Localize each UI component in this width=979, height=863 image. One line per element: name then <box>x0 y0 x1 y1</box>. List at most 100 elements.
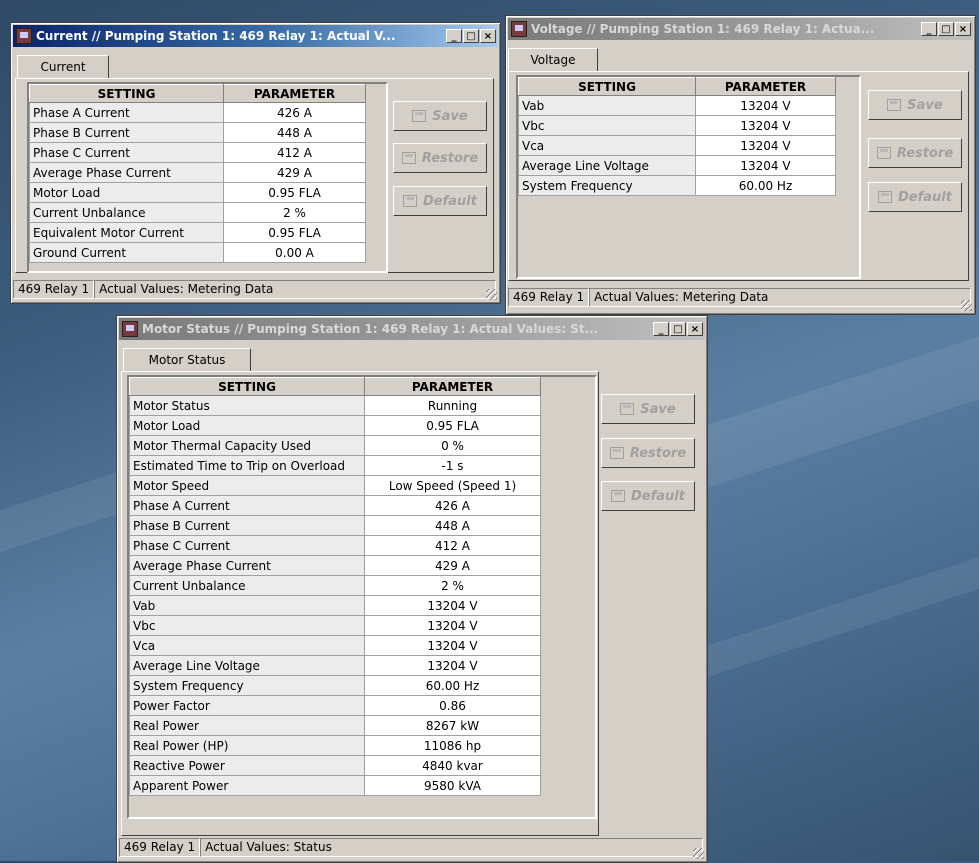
resize-grip[interactable] <box>961 300 972 311</box>
resize-grip[interactable] <box>693 848 704 859</box>
default-button[interactable]: Default <box>868 182 962 212</box>
table-row[interactable]: System Frequency 60.00 Hz <box>129 675 541 696</box>
table-row[interactable]: Motor Status Running <box>129 395 541 416</box>
default-label: Default <box>898 189 952 205</box>
voltage-table: SETTING PARAMETER Vab 13204 V Vbc 13204 V … <box>518 77 836 196</box>
parameter-cell: 4840 kvar <box>364 755 541 776</box>
setting-cell: Phase C Current <box>29 142 224 163</box>
setting-header[interactable]: SETTING <box>29 84 224 103</box>
table-row[interactable]: Phase C Current 412 A <box>29 142 366 163</box>
status-device: 469 Relay 1 <box>13 280 95 299</box>
table-row[interactable]: Ground Current 0.00 A <box>29 242 366 263</box>
table-row[interactable]: Phase A Current 426 A <box>129 495 541 516</box>
table-row[interactable]: Phase B Current 448 A <box>129 515 541 536</box>
table-row[interactable]: Motor Thermal Capacity Used 0 % <box>129 435 541 456</box>
tab-voltage[interactable]: Voltage <box>508 48 598 72</box>
parameter-cell: 9580 kVA <box>364 775 541 796</box>
table-row[interactable]: Phase B Current 448 A <box>29 122 366 143</box>
table-row[interactable]: Reactive Power 4840 kvar <box>129 755 541 776</box>
restore-label: Restore <box>896 145 954 161</box>
table-row[interactable]: Motor Load 0.95 FLA <box>29 182 366 203</box>
restore-button[interactable]: Restore <box>601 438 695 468</box>
parameter-cell: 11086 hp <box>364 735 541 756</box>
table-row[interactable]: Current Unbalance 2 % <box>29 202 366 223</box>
restore-button[interactable]: Restore <box>868 138 962 168</box>
save-button[interactable]: Save <box>868 90 962 120</box>
tab-current[interactable]: Current <box>17 55 109 79</box>
setting-cell: Equivalent Motor Current <box>29 222 224 243</box>
table-row[interactable]: Vca 13204 V <box>518 135 836 156</box>
save-button[interactable]: Save <box>393 101 487 131</box>
parameter-cell: 8267 kW <box>364 715 541 736</box>
table-row[interactable]: Vab 13204 V <box>518 95 836 116</box>
setting-header[interactable]: SETTING <box>518 77 696 96</box>
table-row[interactable]: Phase A Current 426 A <box>29 102 366 123</box>
close-button[interactable]: × <box>955 22 971 36</box>
table-row[interactable]: Motor Speed Low Speed (Speed 1) <box>129 475 541 496</box>
maximize-button[interactable]: □ <box>670 322 686 336</box>
table-row[interactable]: Real Power (HP) 11086 hp <box>129 735 541 756</box>
table-row[interactable]: Current Unbalance 2 % <box>129 575 541 596</box>
setting-cell: Average Line Voltage <box>518 155 696 176</box>
table-row[interactable]: Apparent Power 9580 kVA <box>129 775 541 796</box>
minimize-button[interactable]: _ <box>653 322 669 336</box>
save-button[interactable]: Save <box>601 394 695 424</box>
setting-cell: Vca <box>518 135 696 156</box>
setting-cell: Motor Speed <box>129 475 365 496</box>
parameter-cell: 2 % <box>223 202 366 223</box>
setting-cell: System Frequency <box>129 675 365 696</box>
default-button[interactable]: Default <box>393 186 487 216</box>
app-icon[interactable] <box>511 21 527 37</box>
restore-label: Restore <box>629 445 687 461</box>
setting-cell: Power Factor <box>129 695 365 716</box>
parameter-header[interactable]: PARAMETER <box>223 84 366 103</box>
parameter-header[interactable]: PARAMETER <box>695 77 836 96</box>
save-icon <box>620 403 635 415</box>
app-icon[interactable] <box>122 321 138 337</box>
table-row[interactable]: Estimated Time to Trip on Overload -1 s <box>129 455 541 476</box>
motor-status-titlebar[interactable]: Motor Status // Pumping Station 1: 469 R… <box>119 318 705 340</box>
table-row[interactable]: Vab 13204 V <box>129 595 541 616</box>
window-title: Voltage // Pumping Station 1: 469 Relay … <box>531 22 875 36</box>
setting-cell: Average Phase Current <box>29 162 224 183</box>
restore-button[interactable]: Restore <box>393 143 487 173</box>
table-row[interactable]: Average Line Voltage 13204 V <box>518 155 836 176</box>
app-icon[interactable] <box>16 28 32 44</box>
status-bar: 469 Relay 1 Actual Values: Metering Data <box>508 288 971 307</box>
maximize-button[interactable]: □ <box>938 22 954 36</box>
voltage-titlebar[interactable]: Voltage // Pumping Station 1: 469 Relay … <box>508 18 973 40</box>
parameter-cell: 13204 V <box>695 155 836 176</box>
table-row[interactable]: Motor Load 0.95 FLA <box>129 415 541 436</box>
parameter-header[interactable]: PARAMETER <box>364 377 541 396</box>
table-row[interactable]: Average Phase Current 429 A <box>29 162 366 183</box>
close-button[interactable]: × <box>480 29 496 43</box>
parameter-cell: Low Speed (Speed 1) <box>364 475 541 496</box>
setting-cell: Vbc <box>518 115 696 136</box>
table-row[interactable]: Average Phase Current 429 A <box>129 555 541 576</box>
table-row[interactable]: Vbc 13204 V <box>518 115 836 136</box>
table-row[interactable]: System Frequency 60.00 Hz <box>518 175 836 196</box>
resize-grip[interactable] <box>486 289 497 300</box>
parameter-cell: 60.00 Hz <box>364 675 541 696</box>
save-label: Save <box>432 108 468 124</box>
parameter-cell: 13204 V <box>364 655 541 676</box>
current-titlebar[interactable]: Current // Pumping Station 1: 469 Relay … <box>13 25 498 47</box>
default-button[interactable]: Default <box>601 481 695 511</box>
table-row[interactable]: Real Power 8267 kW <box>129 715 541 736</box>
table-row[interactable]: Average Line Voltage 13204 V <box>129 655 541 676</box>
table-row[interactable]: Vbc 13204 V <box>129 615 541 636</box>
table-row[interactable]: Power Factor 0.86 <box>129 695 541 716</box>
tab-motor-status[interactable]: Motor Status <box>123 348 251 372</box>
setting-cell: Ground Current <box>29 242 224 263</box>
minimize-button[interactable]: _ <box>446 29 462 43</box>
table-row[interactable]: Vca 13204 V <box>129 635 541 656</box>
close-button[interactable]: × <box>687 322 703 336</box>
maximize-button[interactable]: □ <box>463 29 479 43</box>
setting-cell: Phase B Current <box>29 122 224 143</box>
setting-cell: Vab <box>129 595 365 616</box>
table-row[interactable]: Phase C Current 412 A <box>129 535 541 556</box>
table-row[interactable]: Equivalent Motor Current 0.95 FLA <box>29 222 366 243</box>
minimize-button[interactable]: _ <box>921 22 937 36</box>
setting-header[interactable]: SETTING <box>129 377 365 396</box>
parameter-cell: 0.95 FLA <box>223 222 366 243</box>
